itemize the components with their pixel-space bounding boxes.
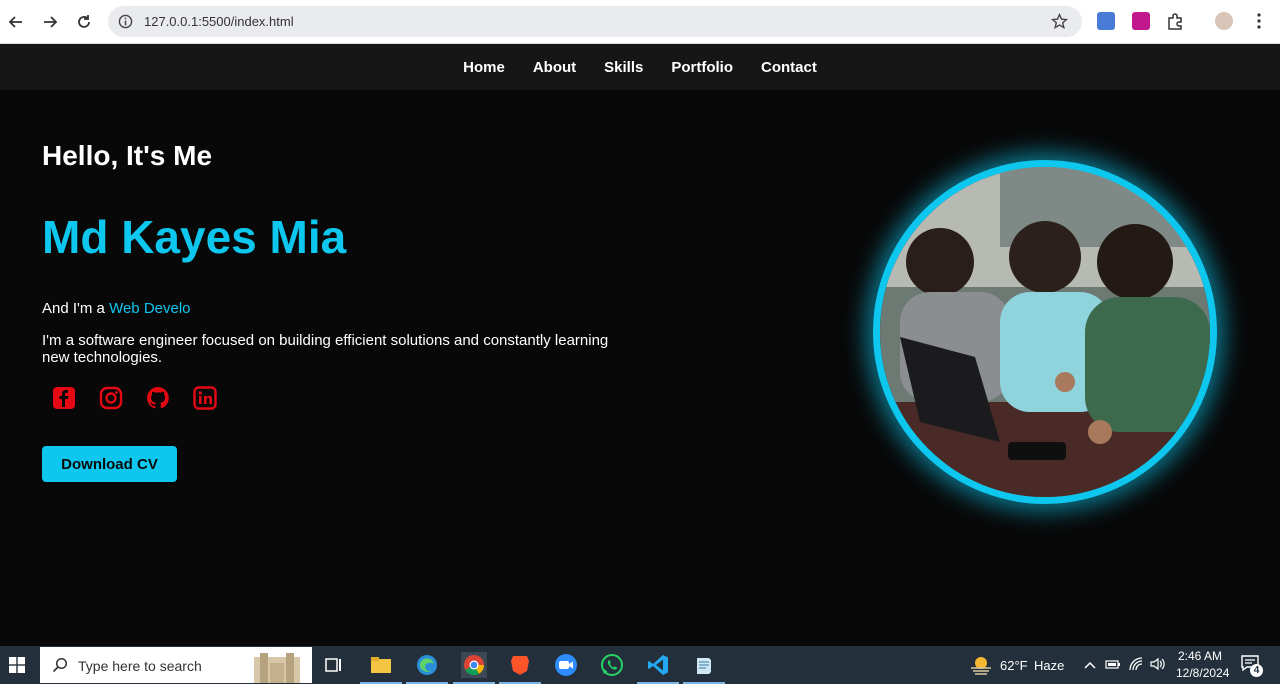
notification-center-button[interactable]: 4	[1240, 654, 1266, 678]
zoom-icon	[555, 654, 577, 676]
weather-temp[interactable]: 62°F	[1000, 658, 1028, 673]
brave-button[interactable]	[499, 652, 541, 684]
back-arrow-icon	[8, 16, 22, 28]
profile-avatar[interactable]	[1215, 12, 1233, 30]
nav-home-link[interactable]: Home	[463, 59, 505, 76]
edge-icon	[417, 655, 437, 675]
folder-icon	[371, 657, 391, 673]
edge-button[interactable]	[406, 652, 448, 684]
nav-skills-link[interactable]: Skills	[604, 59, 643, 76]
browser-toolbar: 127.0.0.1:5500/index.html	[0, 0, 1280, 44]
reload-button[interactable]	[72, 10, 96, 34]
search-icon	[52, 657, 68, 673]
site-info-icon[interactable]	[118, 14, 133, 29]
notepad-button[interactable]	[683, 652, 725, 684]
whatsapp-icon	[601, 654, 623, 676]
translate-extension-icon[interactable]	[1097, 12, 1115, 30]
extensions-puzzle-icon[interactable]	[1166, 12, 1184, 30]
hero-bio: I'm a software engineer focused on build…	[42, 332, 609, 366]
social-links	[52, 386, 217, 410]
taskbar-search-box[interactable]: Type here to search	[40, 647, 312, 683]
hero-greeting: Hello, It's Me	[42, 140, 213, 171]
windows-taskbar: Type here to search 62°F Haze 2:46 AM 12…	[0, 646, 1280, 684]
hero-section: Hello, It's Me Md Kayes Mia And I'm a We…	[0, 90, 1280, 646]
profile-photo-image	[880, 167, 1210, 497]
task-view-button[interactable]	[321, 652, 347, 678]
hero-name: Md Kayes Mia	[42, 211, 347, 263]
file-explorer-button[interactable]	[360, 652, 402, 684]
linkedin-icon	[193, 386, 217, 410]
download-cv-button[interactable]: Download CV	[42, 446, 177, 482]
clock-date[interactable]: 12/8/2024	[1176, 666, 1229, 680]
profile-photo	[873, 160, 1217, 504]
bookmark-star-icon[interactable]	[1051, 13, 1068, 30]
chrome-icon	[464, 655, 485, 676]
nav-portfolio-link[interactable]: Portfolio	[671, 59, 733, 76]
role-typed-text: Web Develo	[109, 300, 191, 317]
vscode-button[interactable]	[637, 652, 679, 684]
site-navbar: Home About Skills Portfolio Contact	[0, 44, 1280, 90]
nav-contact-link[interactable]: Contact	[761, 59, 817, 76]
battery-icon[interactable]	[1105, 658, 1121, 670]
menu-kebab-icon[interactable]	[1250, 12, 1268, 30]
forward-button[interactable]	[38, 10, 62, 34]
search-placeholder: Type here to search	[78, 658, 202, 674]
notification-count-badge: 4	[1250, 664, 1263, 677]
url-text: 127.0.0.1:5500/index.html	[144, 14, 294, 29]
clock-time[interactable]: 2:46 AM	[1178, 649, 1222, 663]
facebook-icon	[53, 387, 75, 409]
linkedin-link[interactable]	[193, 386, 217, 410]
chevron-up-icon[interactable]	[1084, 660, 1096, 670]
facebook-link[interactable]	[52, 386, 76, 410]
back-button[interactable]	[4, 10, 28, 34]
zoom-button[interactable]	[553, 652, 579, 678]
weather-haze-icon[interactable]	[969, 654, 993, 676]
vscode-icon	[648, 655, 668, 675]
reload-icon	[78, 15, 90, 28]
instagram-link[interactable]	[99, 386, 123, 410]
github-icon	[147, 387, 169, 409]
address-bar[interactable]: 127.0.0.1:5500/index.html	[108, 6, 1082, 37]
brave-icon	[511, 656, 529, 675]
role-prefix: And I'm a	[42, 300, 105, 317]
task-view-icon	[325, 658, 341, 672]
search-highlight-image	[254, 653, 300, 683]
weather-desc[interactable]: Haze	[1034, 658, 1064, 673]
download-extension-icon[interactable]	[1132, 12, 1150, 30]
nav-about-link[interactable]: About	[533, 59, 576, 76]
volume-icon[interactable]	[1150, 657, 1166, 671]
whatsapp-button[interactable]	[599, 652, 625, 678]
hero-role: And I'm a Web Develo	[42, 300, 191, 317]
wifi-icon[interactable]	[1129, 657, 1143, 671]
windows-start-icon[interactable]	[9, 657, 25, 673]
notepad-icon	[697, 658, 711, 674]
chrome-button[interactable]	[453, 652, 495, 684]
instagram-icon	[99, 386, 123, 410]
github-link[interactable]	[146, 386, 170, 410]
forward-arrow-icon	[44, 16, 58, 28]
